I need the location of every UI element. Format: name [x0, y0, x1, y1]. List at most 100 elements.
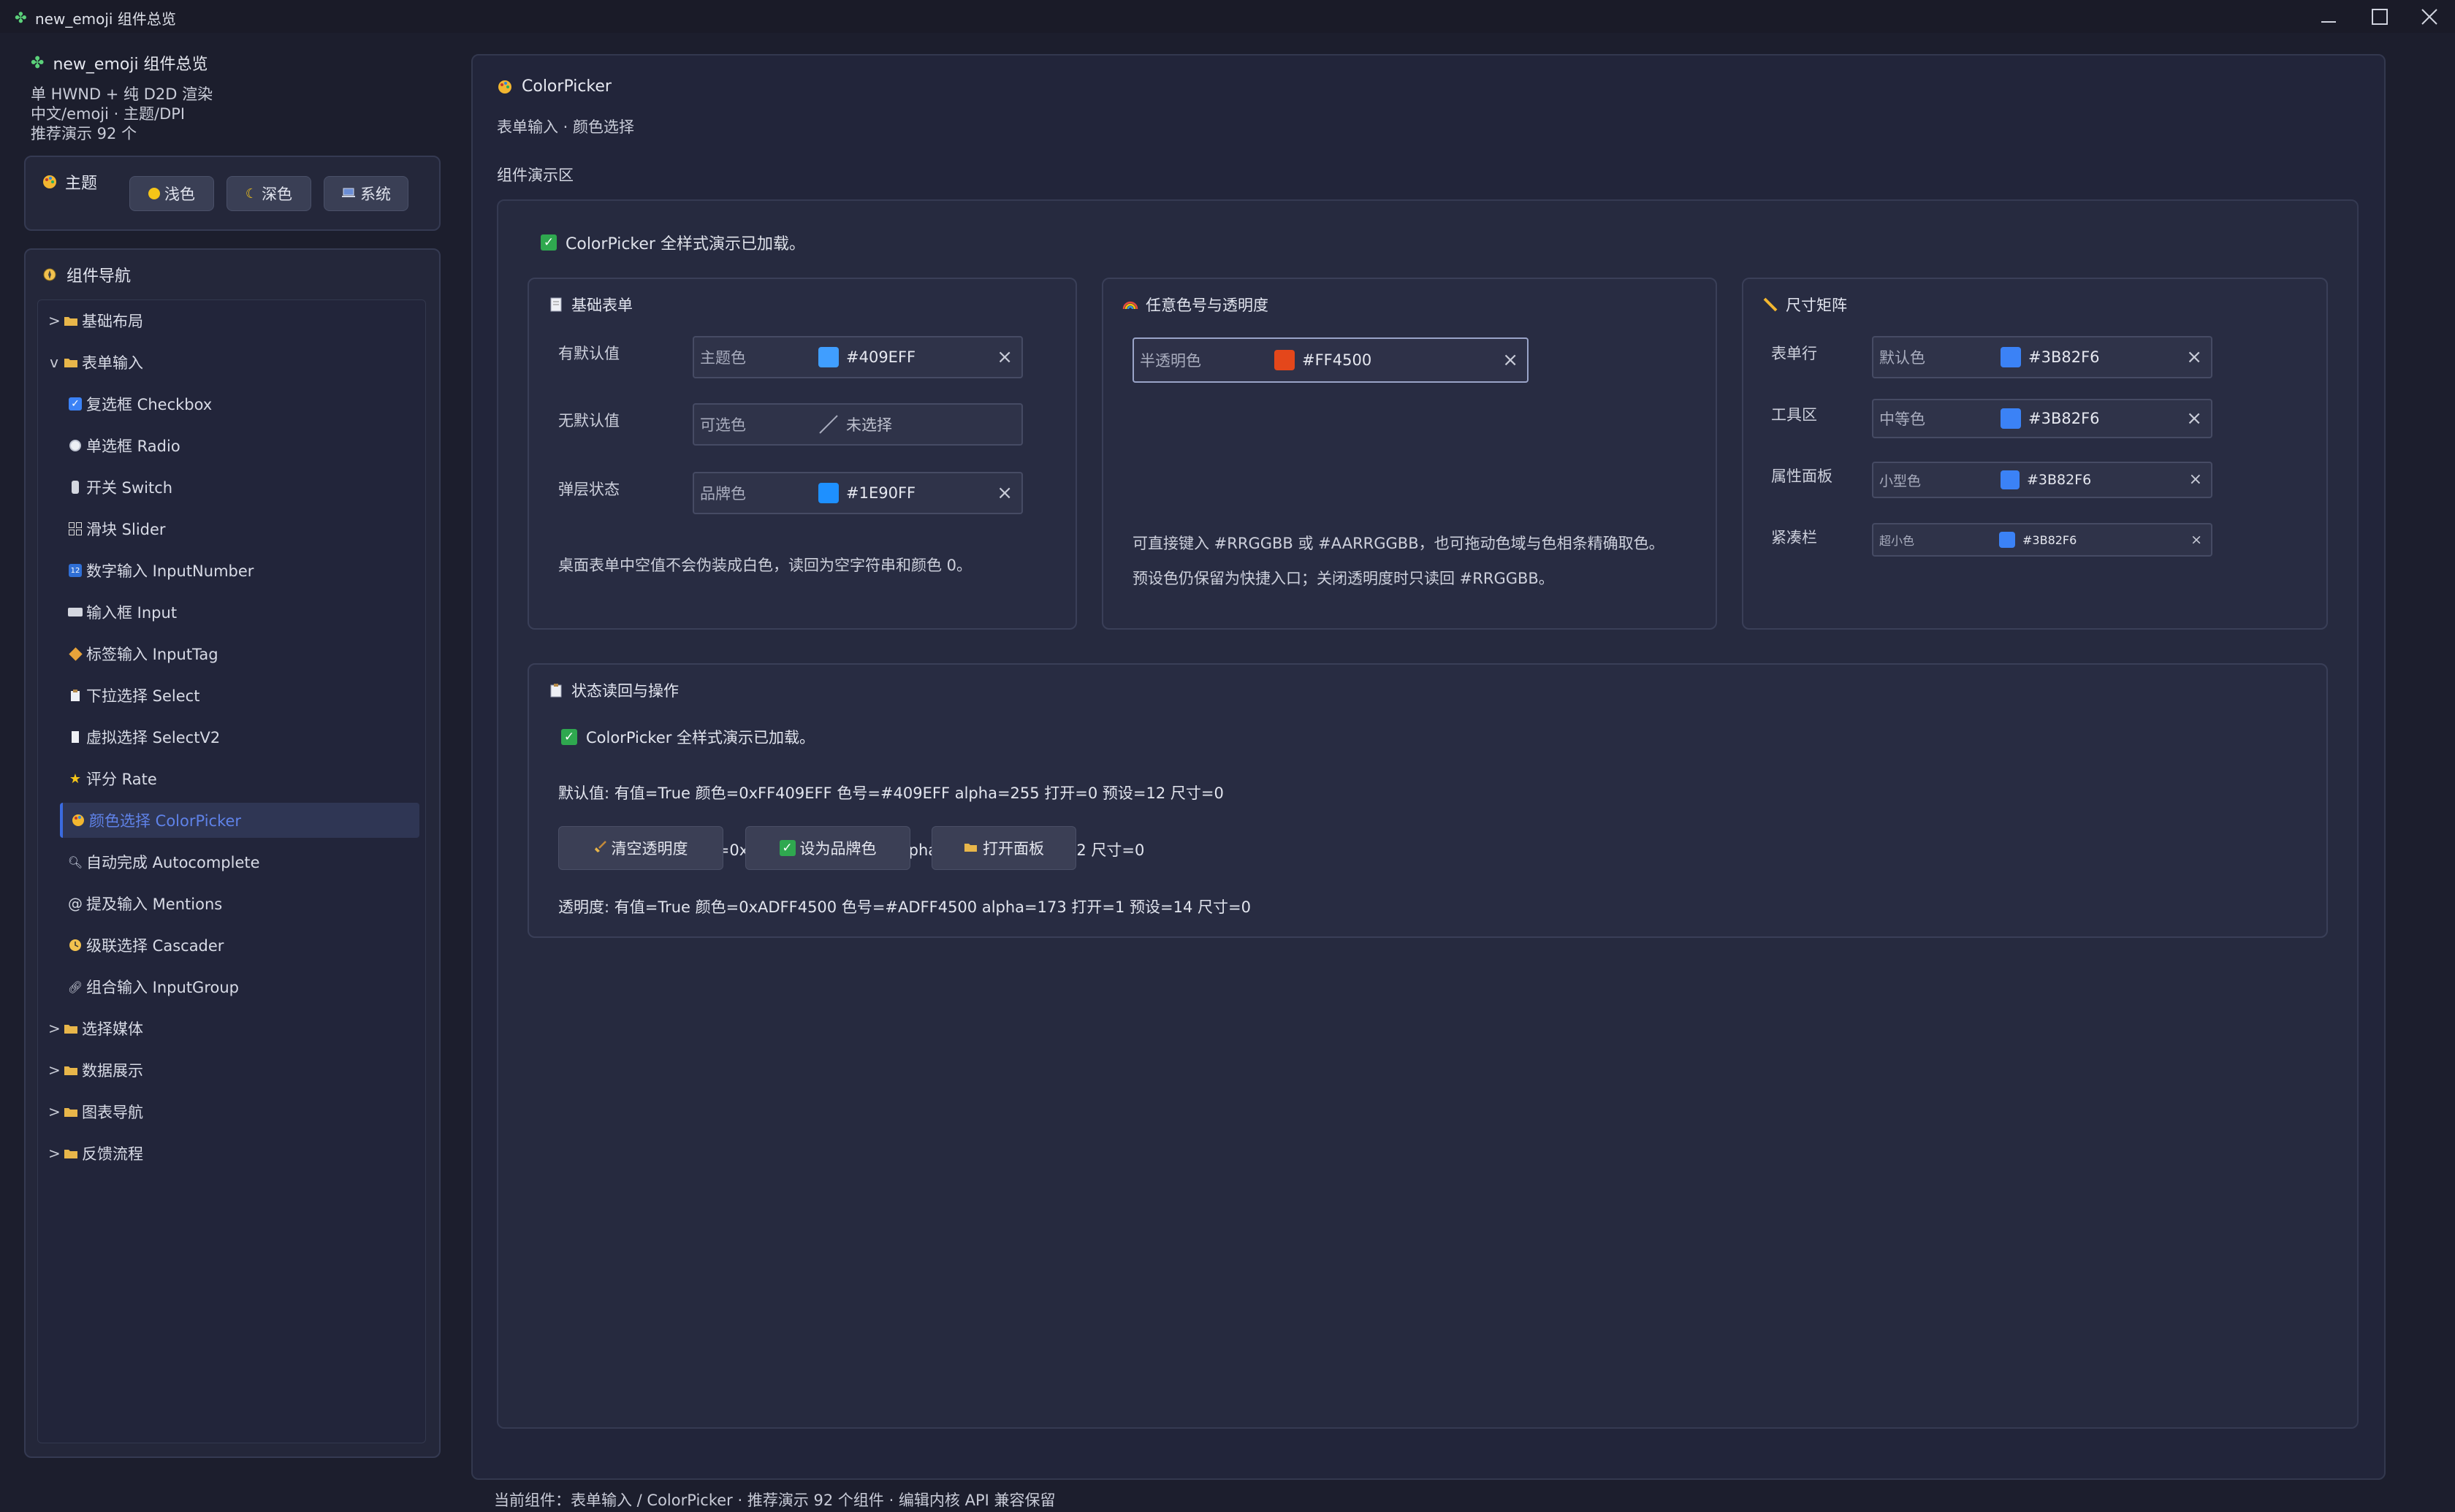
nav-item[interactable]: 虚拟选择 SelectV2	[60, 719, 419, 755]
at-icon: @	[68, 895, 83, 912]
clear-icon[interactable]: ×	[1502, 351, 1518, 370]
color-swatch	[1274, 350, 1295, 370]
leaf-icon: ✤	[15, 9, 27, 26]
nav-item-label: 复选框 Checkbox	[86, 396, 213, 413]
meta-line: 中文/emoji · 主题/DPI	[31, 105, 186, 123]
folder-icon	[63, 1145, 79, 1161]
nav-item[interactable]: 颜色选择 ColorPicker	[60, 803, 419, 838]
row-label: 弹层状态	[558, 481, 620, 498]
nav-item-label: 标签输入 InputTag	[86, 646, 218, 663]
picker-placeholder: 小型色	[1879, 473, 1922, 489]
nav-item[interactable]: > 基础布局	[48, 303, 414, 338]
loaded-message: ✓ ColorPicker 全样式演示已加载。	[541, 231, 805, 254]
nav-item[interactable]: 输入框 Input	[60, 595, 419, 630]
alpha-card: 任意色号与透明度 半透明色 #FF4500 × 可直接键入 #RRGGBB 或 …	[1102, 278, 1717, 630]
nav-item[interactable]: @ 提及输入 Mentions	[60, 886, 419, 921]
row-label: 无默认值	[558, 412, 620, 429]
nav-item[interactable]: ✓ 复选框 Checkbox	[60, 386, 419, 421]
clear-icon[interactable]: ×	[2186, 348, 2202, 367]
clear-icon[interactable]: ×	[997, 484, 1013, 503]
close-button[interactable]	[2404, 0, 2455, 33]
nav-item[interactable]: 级联选择 Cascader	[60, 928, 419, 963]
color-hex-value: #FF4500	[1302, 351, 1372, 369]
nav-item[interactable]: 标签输入 InputTag	[60, 636, 419, 671]
clear-icon[interactable]: ×	[2186, 409, 2202, 428]
clear-alpha-button[interactable]: 清空透明度	[558, 826, 723, 870]
nav-item-label: 下拉选择 Select	[86, 687, 200, 705]
theme-light-button[interactable]: 浅色	[129, 176, 214, 211]
color-picker-alpha[interactable]: 半透明色 #FF4500 ×	[1133, 337, 1529, 383]
set-brand-color-button[interactable]: ✓ 设为品牌色	[745, 826, 910, 870]
size-matrix-card: 尺寸矩阵 表单行 默认色 #3B82F6 × 工具区 中等色 #3B82F6 ×…	[1742, 278, 2328, 630]
card-title-text: 状态读回与操作	[571, 682, 679, 700]
folder-icon	[63, 1020, 79, 1036]
theme-system-label: 系统	[360, 186, 391, 203]
window-title: new_emoji 组件总览	[35, 10, 176, 28]
color-hex-value: #3B82F6	[2022, 532, 2077, 547]
nav-title-text: 组件导航	[66, 267, 132, 286]
nav-item[interactable]: 下拉选择 Select	[60, 678, 419, 713]
nav-item[interactable]: > 反馈流程	[48, 1136, 414, 1171]
slider-icon	[67, 521, 83, 537]
basic-form-card: 基础表单 有默认值 主题色 #409EFF × 无默认值 可选色 未选择 弹层状…	[528, 278, 1077, 630]
color-picker-default[interactable]: 主题色 #409EFF ×	[693, 336, 1023, 378]
nav-item-label: 颜色选择 ColorPicker	[89, 812, 242, 830]
color-swatch	[2001, 347, 2021, 367]
color-picker-default-size[interactable]: 默认色 #3B82F6 ×	[1872, 336, 2212, 378]
card-note: 预设色仍保留为快捷入口；关闭透明度时只读回 #RRGGBB。	[1133, 570, 1554, 587]
state-line-alpha: 透明度: 有值=True 颜色=0xADFF4500 色号=#ADFF4500 …	[558, 898, 1251, 916]
clear-icon[interactable]: ×	[2191, 532, 2202, 547]
check-icon: ✓	[779, 840, 796, 856]
theme-dark-label: 深色	[262, 186, 293, 203]
app-brand: ✤ new_emoji 组件总览	[31, 51, 440, 75]
picker-placeholder: 主题色	[700, 349, 746, 367]
nav-item[interactable]: 单选框 Radio	[60, 428, 419, 463]
nav-item[interactable]: v 表单输入	[48, 345, 414, 380]
clipboard-icon	[67, 687, 83, 703]
maximize-icon	[2372, 8, 2388, 25]
nav-item-label: 反馈流程	[82, 1145, 143, 1163]
nav-item[interactable]: ★ 评分 Rate	[60, 761, 419, 796]
checkbox-icon: ✓	[67, 396, 83, 412]
nav-item-label: 表单输入	[82, 354, 143, 372]
chevron-right-icon: >	[48, 1145, 61, 1162]
theme-panel: 主题 浅色 ☾ 深色 系统	[24, 156, 441, 231]
sidebar-header: ✤ new_emoji 组件总览 单 HWND + 纯 D2D 渲染 中文/em…	[31, 51, 440, 144]
leaf-icon: ✤	[31, 53, 45, 72]
minimize-button[interactable]	[2303, 0, 2354, 33]
nav-item[interactable]: 12 数字输入 InputNumber	[60, 553, 419, 588]
theme-dark-button[interactable]: ☾ 深色	[227, 176, 311, 211]
nav-item[interactable]: 🔍︎ 自动完成 Autocomplete	[60, 844, 419, 879]
page-header: ColorPicker	[497, 77, 612, 96]
nav-item-label: 组合输入 InputGroup	[86, 979, 239, 996]
magnifier-icon: 🔍︎	[67, 855, 83, 869]
palette-icon	[42, 174, 58, 190]
clear-icon[interactable]: ×	[997, 348, 1013, 367]
laptop-icon	[341, 185, 356, 202]
color-picker-mini-size[interactable]: 超小色 #3B82F6 ×	[1872, 523, 2212, 557]
color-picker-empty[interactable]: 可选色 未选择	[693, 403, 1023, 446]
nav-item[interactable]: > 图表导航	[48, 1094, 414, 1129]
picker-placeholder: 品牌色	[700, 485, 746, 503]
color-picker-popup[interactable]: 品牌色 #1E90FF ×	[693, 472, 1023, 514]
clear-alpha-label: 清空透明度	[611, 840, 688, 858]
brand-title: new_emoji 组件总览	[53, 56, 208, 74]
open-panel-button[interactable]: 打开面板	[932, 826, 1076, 870]
nav-item-label: 数字输入 InputNumber	[86, 562, 254, 580]
nav-item-label: 提及输入 Mentions	[86, 896, 223, 913]
row-label: 属性面板	[1771, 467, 1832, 485]
color-picker-medium-size[interactable]: 中等色 #3B82F6 ×	[1872, 399, 2212, 438]
nav-item[interactable]: 🔗︎ 组合输入 InputGroup	[60, 969, 419, 1004]
maximize-button[interactable]	[2354, 0, 2405, 33]
nav-item[interactable]: 开关 Switch	[60, 470, 419, 505]
card-title-text: 尺寸矩阵	[1786, 297, 1847, 314]
theme-system-button[interactable]: 系统	[324, 176, 408, 211]
nav-item[interactable]: 滑块 Slider	[60, 511, 419, 546]
color-picker-small-size[interactable]: 小型色 #3B82F6 ×	[1872, 462, 2212, 498]
nav-item-label: 滑块 Slider	[86, 521, 166, 538]
nav-item[interactable]: > 选择媒体	[48, 1011, 414, 1046]
nav-item[interactable]: > 数据展示	[48, 1053, 414, 1088]
card-title: 基础表单	[548, 294, 633, 316]
clear-icon[interactable]: ×	[2189, 472, 2202, 488]
color-swatch	[2001, 470, 2020, 489]
